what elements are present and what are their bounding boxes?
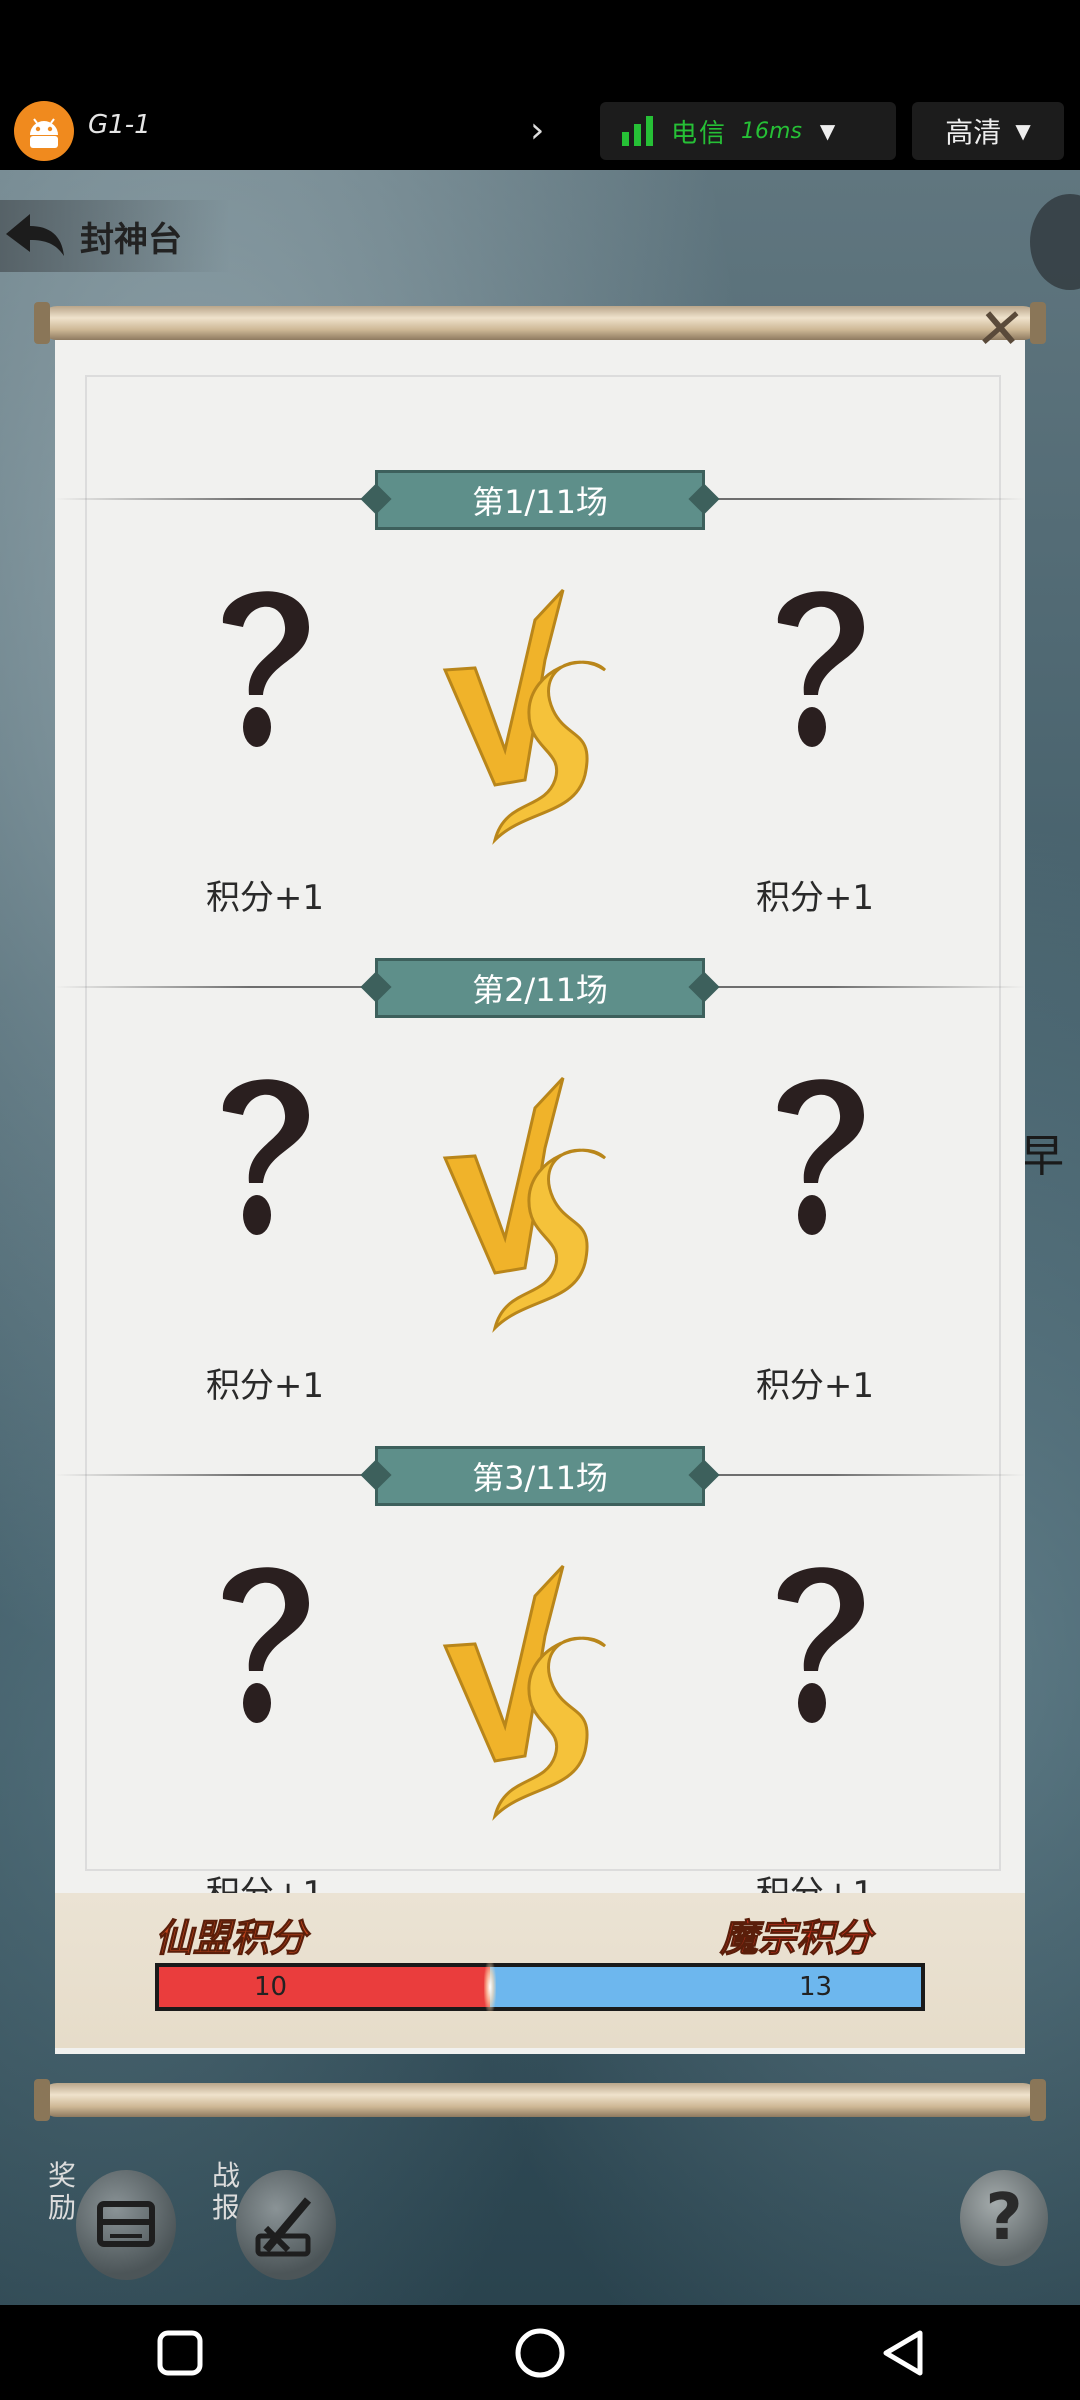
- vs-icon: [442, 588, 607, 845]
- top-bar: G1-1 › 电信 16ms ▼ 高清 ▼: [0, 0, 1080, 170]
- right-score-value: 13: [799, 1972, 833, 2002]
- left-team-label: 仙盟积分: [154, 1916, 308, 1961]
- score-divider-spark: [484, 1961, 496, 2013]
- score-progress-bar: 10 13: [155, 1961, 925, 2013]
- left-score-fill: [159, 1967, 490, 2007]
- system-nav-bar: [0, 2305, 1080, 2400]
- back-button[interactable]: 封神台: [0, 200, 230, 272]
- scroll-bottom-rod: [34, 2079, 1046, 2121]
- reward-button[interactable]: [76, 2170, 176, 2280]
- android-icon: [30, 118, 58, 148]
- side-menu-button[interactable]: [1030, 194, 1080, 290]
- unknown-player-left-icon[interactable]: [205, 1063, 325, 1243]
- latency-label: 16ms: [741, 118, 802, 144]
- help-button[interactable]: ?: [960, 2170, 1048, 2266]
- recent-apps-icon[interactable]: [152, 2325, 208, 2381]
- match-row-1: 第1/11场 积分+1 积分+1: [55, 470, 1025, 958]
- left-score-label: 积分+1: [205, 1366, 325, 1406]
- chest-icon: [97, 2201, 155, 2247]
- back-nav-icon[interactable]: [876, 2325, 932, 2381]
- match-row-3: 第3/11场 积分+1 积分+1: [55, 1446, 1025, 1934]
- page-title: 封神台: [80, 219, 182, 260]
- left-score-value: 10: [254, 1972, 288, 2002]
- android-app-icon[interactable]: [14, 101, 74, 161]
- signal-bars-icon: [622, 116, 653, 146]
- back-arrow-icon: [6, 214, 64, 256]
- round-banner: 第1/11场: [375, 470, 705, 530]
- quality-selector[interactable]: 高清 ▼: [912, 102, 1064, 160]
- unknown-player-left-icon[interactable]: [205, 1551, 325, 1731]
- sword-icon: [255, 2197, 312, 2257]
- app-title: G1-1: [88, 110, 151, 140]
- round-banner: 第2/11场: [375, 958, 705, 1018]
- caret-down-icon: ▼: [1015, 119, 1031, 143]
- game-area: 封神台 早 ✕ 第1/11场 积分+1 积分+1 第2/11场 积分+1 积分+…: [0, 170, 1080, 2305]
- vs-icon: [442, 1076, 607, 1333]
- unknown-player-right-icon[interactable]: [760, 1063, 880, 1243]
- unknown-player-right-icon[interactable]: [760, 1551, 880, 1731]
- vs-icon: [442, 1564, 607, 1821]
- faction-score-panel: 仙盟积分 魔宗积分 10 13: [55, 1893, 1025, 2048]
- chevron-right-icon[interactable]: ›: [530, 108, 544, 154]
- side-text: 早: [1020, 1131, 1064, 1182]
- home-icon[interactable]: [512, 2325, 568, 2381]
- right-team-label: 魔宗积分: [719, 1916, 873, 1961]
- caret-down-icon: ▼: [819, 119, 836, 143]
- scroll-top-rod: [34, 302, 1046, 344]
- carrier-label: 电信: [671, 118, 728, 149]
- close-button[interactable]: ✕: [966, 297, 1034, 362]
- quality-label: 高清: [945, 116, 1002, 149]
- unknown-player-left-icon[interactable]: [205, 575, 325, 755]
- round-banner: 第3/11场: [375, 1446, 705, 1506]
- unknown-player-right-icon[interactable]: [760, 575, 880, 755]
- left-score-label: 积分+1: [205, 878, 325, 918]
- right-score-label: 积分+1: [755, 878, 875, 918]
- network-selector[interactable]: 电信 16ms ▼: [600, 102, 896, 160]
- match-row-2: 第2/11场 积分+1 积分+1: [55, 958, 1025, 1446]
- battle-report-button[interactable]: [236, 2170, 336, 2280]
- right-score-label: 积分+1: [755, 1366, 875, 1406]
